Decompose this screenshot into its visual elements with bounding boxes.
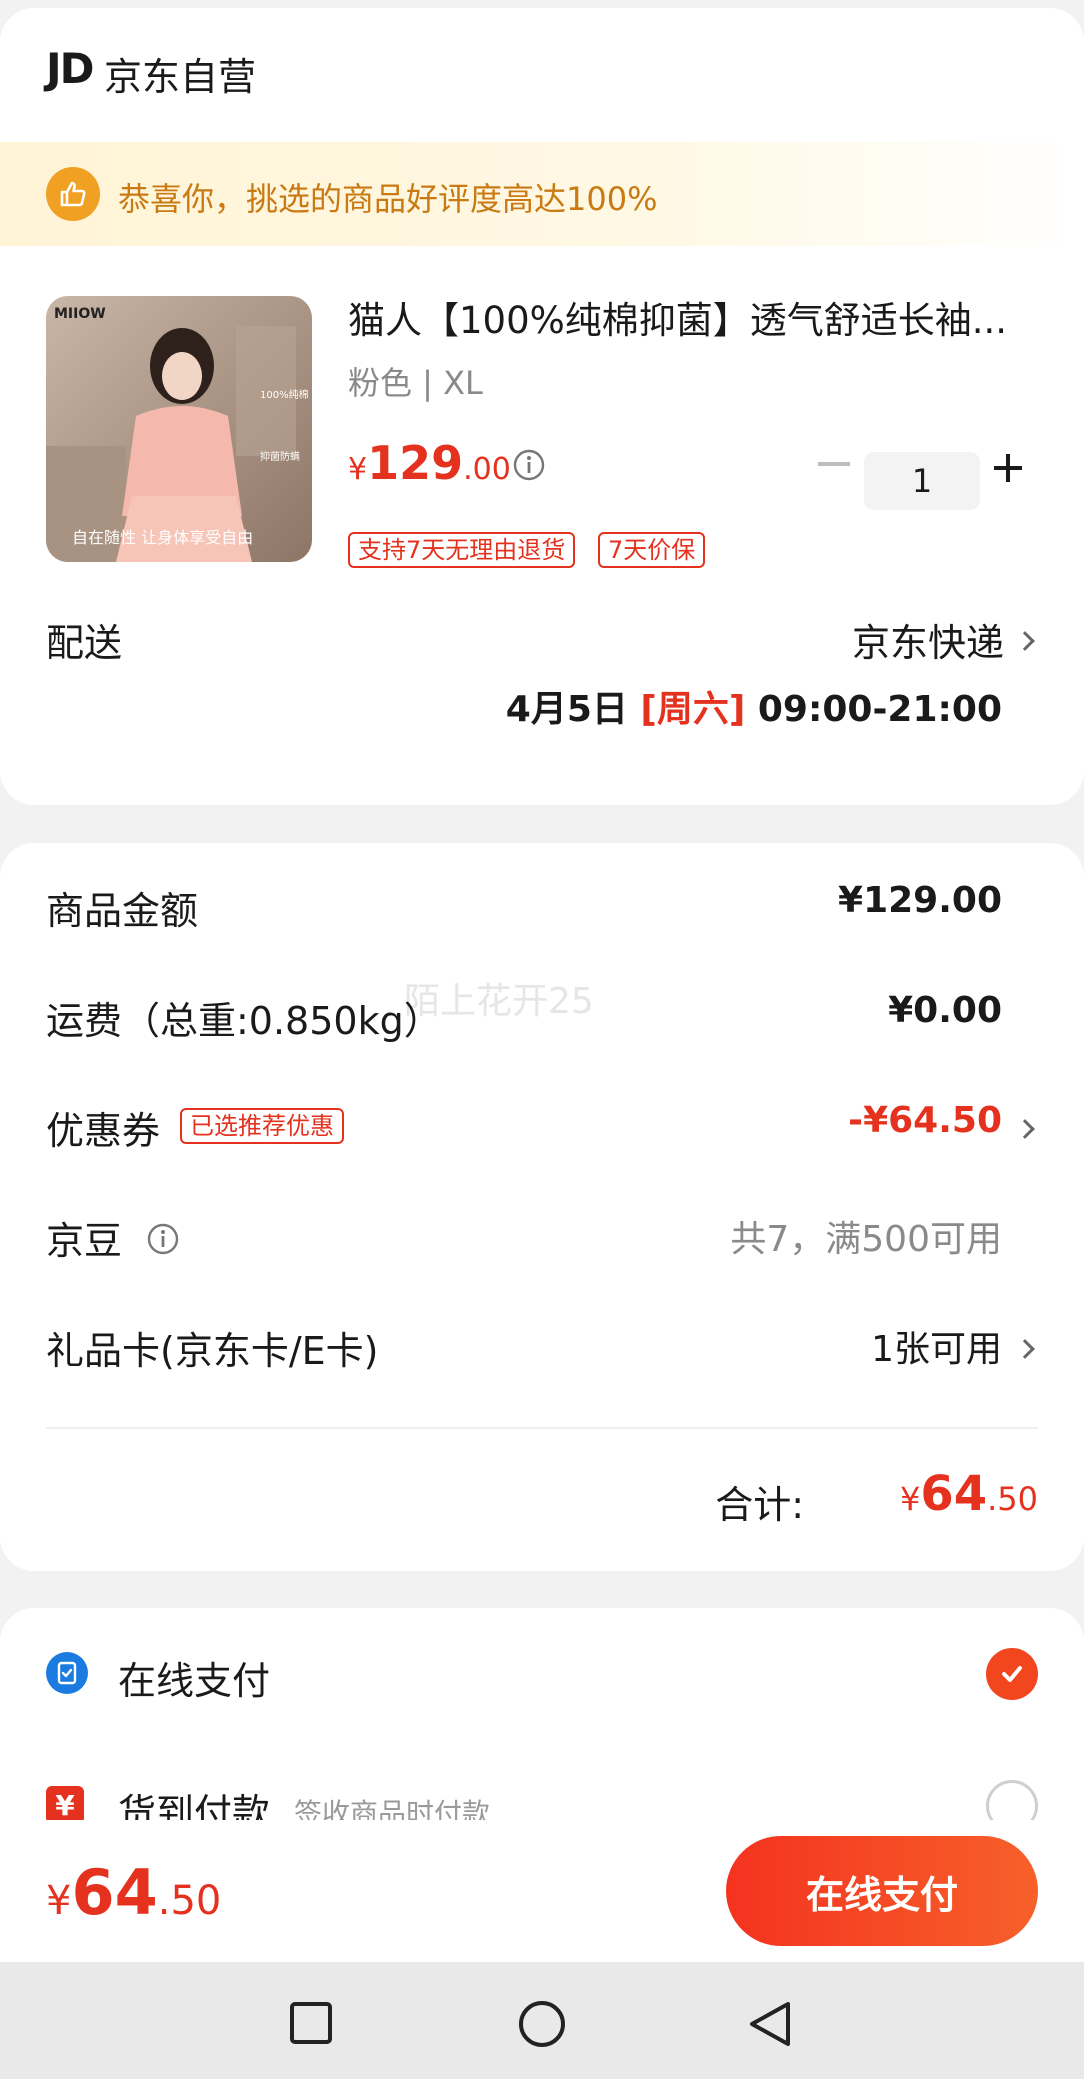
goods-amount-value: ¥129.00 xyxy=(838,880,1002,921)
home-icon[interactable] xyxy=(518,2000,566,2052)
shipping-value: ¥0.00 xyxy=(888,990,1002,1031)
praise-banner: 恭喜你，挑选的商品好评度高达100% xyxy=(0,142,1084,246)
bottom-total-price: ¥64.50 xyxy=(46,1856,221,1929)
product-title[interactable]: 猫人【100%纯棉抑菌】透气舒适长袖... xyxy=(348,290,1048,344)
online-pay-option[interactable]: 在线支付 xyxy=(118,1650,270,1705)
online-pay-icon xyxy=(46,1652,88,1694)
online-pay-checked-icon[interactable] xyxy=(986,1648,1038,1700)
coupon-tag: 已选推荐优惠 xyxy=(180,1108,344,1144)
summary-divider xyxy=(46,1427,1038,1429)
beans-info-icon[interactable] xyxy=(146,1222,180,1260)
goods-amount-label: 商品金额 xyxy=(46,889,199,933)
price-integer: 129 xyxy=(367,436,464,490)
quantity-minus-button[interactable] xyxy=(818,462,850,466)
total-currency: ¥ xyxy=(899,1480,921,1518)
delivery-date: 4月5日 xyxy=(505,689,641,730)
delivery-method[interactable]: 京东快递 xyxy=(852,612,1004,667)
price-currency: ¥ xyxy=(348,452,368,487)
beans-value: 共7，满500可用 xyxy=(730,1219,1002,1260)
return-policy-tag: 支持7天无理由退货 xyxy=(348,532,576,568)
image-brand: MIIOW xyxy=(54,306,106,322)
image-caption: 自在随性 让身体享受自由 xyxy=(72,528,254,547)
praise-text: 恭喜你，挑选的商品好评度高达100% xyxy=(118,180,658,218)
coupon-value[interactable]: -¥64.50 xyxy=(848,1100,1002,1141)
quantity-plus-button[interactable] xyxy=(994,454,1022,482)
product-price: ¥129.00 xyxy=(348,436,511,490)
price-info-icon[interactable] xyxy=(512,448,546,486)
thumbs-up-icon xyxy=(46,167,100,221)
recent-apps-icon[interactable] xyxy=(290,2002,332,2048)
product-spec[interactable]: 粉色 | XL xyxy=(348,358,483,404)
delivery-time[interactable]: 4月5日 [周六] 09:00-21:00 xyxy=(506,680,1002,732)
beans-label: 京豆 xyxy=(46,1219,123,1263)
bottom-currency: ¥ xyxy=(46,1878,72,1924)
giftcard-label[interactable]: 礼品卡(京东卡/E卡) xyxy=(46,1320,378,1375)
price-decimal: .00 xyxy=(463,452,511,487)
store-name: 京东自营 xyxy=(104,55,257,99)
delivery-label: 配送 xyxy=(46,621,123,665)
delivery-weekday: [周六] xyxy=(640,689,746,730)
coupon-label[interactable]: 优惠券 xyxy=(46,1100,160,1155)
total-decimal: .50 xyxy=(987,1480,1038,1518)
delivery-window: 09:00-21:00 xyxy=(745,689,1002,730)
image-badge-antibacterial: 抑菌防螨 xyxy=(260,452,300,463)
shipping-label: 运费（总重:0.850kg） xyxy=(46,999,442,1043)
bottom-integer: 64 xyxy=(71,1856,158,1929)
quantity-input[interactable]: 1 xyxy=(864,452,980,510)
summary-card xyxy=(0,843,1084,1571)
giftcard-value[interactable]: 1张可用 xyxy=(871,1320,1002,1372)
total-label: 合计: xyxy=(715,1483,804,1527)
total-value: ¥64.50 xyxy=(900,1466,1038,1522)
jd-logo: JD xyxy=(46,44,94,93)
back-icon[interactable] xyxy=(748,2000,792,2052)
total-integer: 64 xyxy=(920,1466,988,1522)
bottom-decimal: .50 xyxy=(157,1878,222,1924)
price-protect-tag: 7天价保 xyxy=(598,532,706,568)
product-image[interactable]: MIIOW 100%纯棉 抑菌防螨 自在随性 让身体享受自由 xyxy=(46,296,312,562)
cash-on-delivery-icon: ¥ xyxy=(46,1786,84,1824)
pay-button[interactable]: 在线支付 xyxy=(726,1836,1038,1946)
image-badge-cotton: 100%纯棉 xyxy=(260,390,309,401)
system-nav-bar xyxy=(0,1962,1084,2079)
